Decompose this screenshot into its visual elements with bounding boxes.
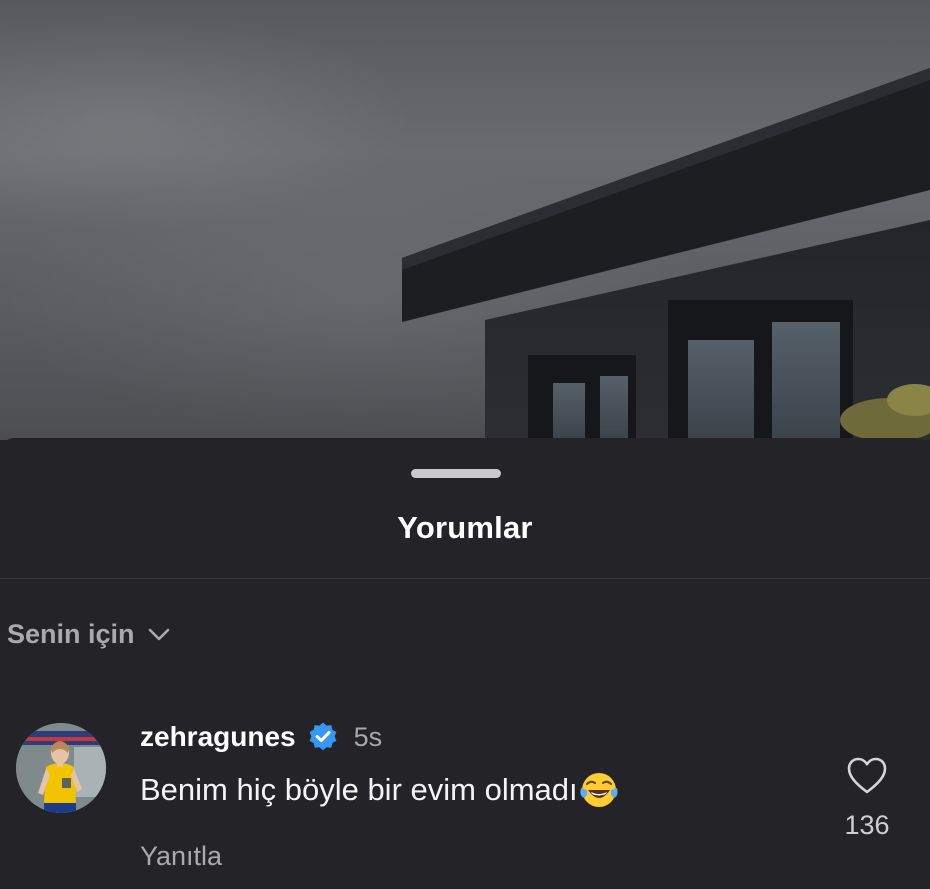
comment-timestamp: 5s [353,721,383,752]
comment-text: Benim hiç böyle bir evim olmadı [140,772,578,807]
face-with-tears-of-joy-icon [580,773,618,807]
reply-button[interactable]: Yanıtla [140,841,222,872]
sheet-drag-handle[interactable] [411,469,501,478]
comment-item: zehragunes 5s Benim hiç böyle bir evim o… [0,720,930,872]
like-count: 136 [844,810,890,840]
sort-dropdown[interactable]: Senin için [7,616,173,652]
comment-username[interactable]: zehragunes [140,721,296,753]
comment-body: Benim hiç böyle bir evim olmadı [140,770,619,810]
heart-outline-icon[interactable] [846,756,888,796]
sort-label: Senin için [7,618,135,649]
comment-header: zehragunes 5s [140,720,382,754]
house-scene [402,68,930,440]
chevron-down-icon [148,628,169,641]
verified-badge-icon [309,722,337,751]
like-group: 136 [829,756,905,846]
avatar-image [16,723,106,813]
comments-sheet: Yorumlar Senin için zehragunes 5s Benim … [0,438,930,889]
sheet-title: Yorumlar [397,510,533,545]
sheet-divider [0,578,930,579]
video-background[interactable] [0,0,930,440]
avatar[interactable] [16,723,106,813]
